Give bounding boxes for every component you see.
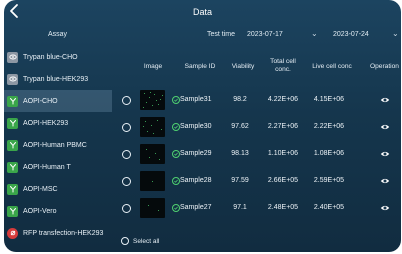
live-cell-conc-value: 1.08E+06 [313,150,345,157]
sidebar-item-label: Trypan blue-HEK293 [23,75,89,83]
column-header-live-cell-conc: Live cell conc [312,63,352,70]
column-header-image: Image [143,63,163,70]
end-date-select[interactable]: 2023-07-24 [333,31,369,38]
row-radio[interactable] [122,96,131,105]
column-header-total-cell-conc: conc. [275,66,291,73]
sample-id: Sample28 [180,177,212,184]
filter-bar: Assay Test time 2023-07-17 ⌄ 2023-07-24 … [4,25,401,45]
check-circle-icon [172,96,180,104]
sidebar-item-aopi-hek293[interactable]: AOPI-HEK293 [4,112,112,134]
sidebar-item-aopi-cho[interactable]: AOPI-CHO [4,90,112,112]
view-eye-icon[interactable] [380,122,390,132]
check-circle-icon [172,204,180,212]
table-row[interactable]: Sample29 98.13 1.10E+06 1.08E+06 [117,142,401,169]
live-cell-conc-value: 4.15E+06 [313,96,345,103]
page-title: Data [192,7,212,17]
start-date-select[interactable]: 2023-07-17 [247,31,283,38]
fluorescence-icon [7,95,18,107]
sidebar-item-aopi-human-t[interactable]: AOPI-Human T [4,156,112,178]
sidebar-item-label: AOPI-Vero [23,207,57,215]
viability-value: 98.13 [231,150,249,157]
row-radio[interactable] [122,123,131,132]
chevron-down-icon[interactable]: ⌄ [392,29,399,38]
sidebar-item-label: Trypan blue-CHO [23,53,78,61]
view-eye-icon[interactable] [380,149,390,159]
rfp-icon [7,227,18,239]
live-cell-conc-value: 2.40E+05 [313,204,345,211]
sidebar-item-label: RFP transfection-HEK293 [23,229,104,237]
sample-thumbnail[interactable] [140,90,165,110]
assay-sidebar: Trypan blue-CHO Trypan blue-HEK293 AOPI-… [4,46,112,252]
sample-thumbnail[interactable] [140,171,165,191]
column-header-viability: Viability [231,63,255,70]
sidebar-item-label: AOPI-MSC [23,185,58,193]
results-table: Image Sample ID Viability Total cell con… [117,46,401,252]
check-circle-icon [172,123,180,131]
select-all-label: Select all [133,237,160,245]
sidebar-item-label: AOPI-Human T [23,163,71,171]
viability-value: 97.62 [231,123,249,130]
row-radio[interactable] [122,204,131,213]
sample-thumbnail[interactable] [140,144,165,164]
top-bar: Data [4,0,401,22]
table-row[interactable]: Sample28 97.59 2.66E+05 2.59E+05 [117,169,401,196]
row-radio[interactable] [122,177,131,186]
chevron-down-icon[interactable]: ⌄ [311,29,318,38]
sample-id: Sample30 [180,123,212,130]
fluorescence-icon [7,161,18,173]
total-cell-conc-value: 1.10E+06 [267,150,299,157]
table-header: Image Sample ID Viability Total cell con… [117,46,401,86]
sample-id: Sample27 [180,204,212,211]
total-cell-conc-value: 2.66E+05 [267,177,299,184]
row-radio[interactable] [122,150,131,159]
fluorescence-icon [7,139,18,151]
data-screen: Data Assay Test time 2023-07-17 ⌄ 2023-0… [4,0,401,252]
sidebar-item-trypan-blue-hek293[interactable]: Trypan blue-HEK293 [4,68,112,90]
view-eye-icon[interactable] [380,95,390,105]
check-circle-icon [172,177,180,185]
sidebar-item-trypan-blue-cho[interactable]: Trypan blue-CHO [4,46,112,68]
assay-label: Assay [48,31,68,38]
eye-icon [7,73,18,85]
sidebar-item-label: AOPI-HEK293 [23,119,69,127]
viability-value: 98.2 [233,96,247,103]
sample-id: Sample29 [180,150,212,157]
table-row[interactable]: Sample27 97.1 2.48E+05 2.40E+05 [117,196,401,223]
viability-value: 97.59 [231,177,249,184]
view-eye-icon[interactable] [380,176,390,186]
sample-id: Sample31 [180,96,212,103]
fluorescence-icon [7,117,18,129]
select-all-radio[interactable] [121,237,129,245]
table-row[interactable]: Sample31 98.2 4.22E+06 4.15E+06 [117,88,401,115]
fluorescence-icon [7,183,18,195]
column-header-sample-id: Sample ID [184,63,216,70]
sidebar-item-label: AOPI-Human PBMC [23,141,87,149]
fluorescence-icon [7,205,18,217]
live-cell-conc-value: 2.59E+05 [313,177,345,184]
sidebar-item-aopi-msc[interactable]: AOPI-MSC [4,178,112,200]
view-eye-icon[interactable] [380,203,390,213]
check-circle-icon [172,150,180,158]
viability-value: 97.1 [233,204,247,211]
total-cell-conc-value: 4.22E+06 [267,96,299,103]
live-cell-conc-value: 2.22E+06 [313,123,345,130]
column-header-total-cell: Total cell [270,58,296,65]
select-all-control[interactable]: Select all [121,236,159,246]
sample-thumbnail[interactable] [140,117,165,137]
column-header-operation: Operation [370,63,399,70]
eye-icon [7,51,18,63]
sample-thumbnail[interactable] [140,198,165,218]
total-cell-conc-value: 2.27E+06 [267,123,299,130]
test-time-label: Test time [207,31,236,38]
total-cell-conc-value: 2.48E+05 [267,204,299,211]
sidebar-item-aopi-vero[interactable]: AOPI-Vero [4,200,112,222]
sidebar-item-rfp-transfection-hek293[interactable]: RFP transfection-HEK293 [4,222,112,244]
sidebar-item-aopi-human-pbmc[interactable]: AOPI-Human PBMC [4,134,112,156]
sidebar-item-label: AOPI-CHO [23,97,58,105]
table-row[interactable]: Sample30 97.62 2.27E+06 2.22E+06 [117,115,401,142]
